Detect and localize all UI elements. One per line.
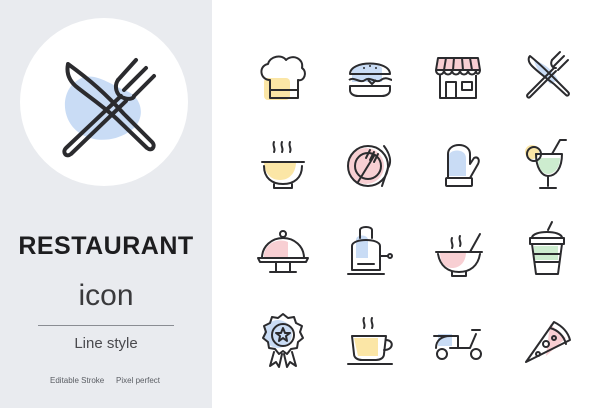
pixel-perfect-note: Pixel perfect (116, 376, 161, 385)
oven-mitt-icon (422, 128, 496, 202)
plate-cutlery-icon (334, 128, 408, 202)
style-label: Line style (74, 335, 138, 352)
cloche-icon (246, 216, 320, 290)
fork-and-knife-icon (62, 58, 156, 158)
icon-grid (246, 40, 586, 380)
scooter-icon (422, 304, 496, 378)
hot-bowl-icon (422, 216, 496, 290)
coffee-cup-icon (334, 304, 408, 378)
toaster-icon (334, 216, 408, 290)
shop-icon (422, 40, 496, 114)
chef-hat-icon (246, 40, 320, 114)
soup-bowl-icon (246, 128, 320, 202)
page-title: RESTAURANT (18, 232, 194, 260)
badge-star-icon (246, 304, 320, 378)
hero-circle (20, 18, 188, 186)
fork-knife-icon (510, 40, 584, 114)
takeaway-cup-icon (510, 216, 584, 290)
burger-icon (334, 40, 408, 114)
pizza-slice-icon (510, 304, 584, 378)
editable-stroke-note: Editable Stroke (50, 376, 105, 385)
page-subtitle: icon (78, 279, 134, 312)
cocktail-icon (510, 128, 584, 202)
sidebar: RESTAURANT icon Line style Editable Stro… (0, 0, 212, 408)
divider (38, 325, 174, 326)
